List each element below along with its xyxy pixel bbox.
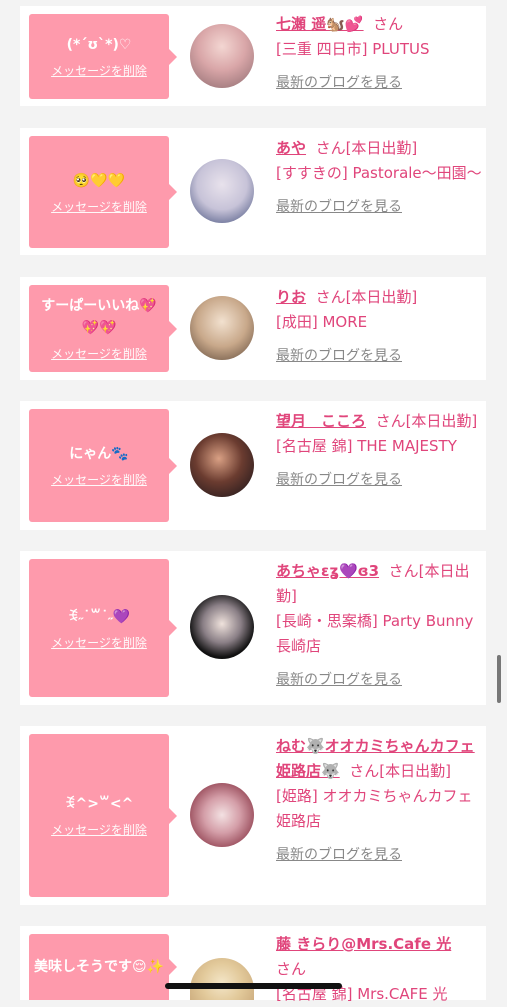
message-card: ꉂ^>꒳<^ メッセージを削除 ねむ🐺オオカミちゃんカフェ姫路店🐺 さん[本日出… [20, 726, 486, 905]
latest-blog-link[interactable]: 最新のブログを見る [276, 348, 402, 364]
message-bubble: ꉂ˶˙꒳˙˶💜 メッセージを削除 [29, 559, 177, 697]
message-bubble: 🥺💛💛 メッセージを削除 [29, 136, 177, 248]
avatar[interactable] [190, 433, 254, 497]
avatar[interactable] [190, 159, 254, 223]
girl-name-link[interactable]: 藤 きらり@Mrs.Cafe 光 [276, 935, 451, 953]
shop-name: [名古屋 錦] THE MAJESTY [276, 437, 457, 455]
message-card: 🥺💛💛 メッセージを削除 あや さん[本日出勤] [すすきの] Pastoral… [20, 128, 486, 255]
message-text: ꉂ^>꒳<^ [64, 796, 134, 812]
avatar[interactable] [190, 958, 254, 1000]
shop-name: [成田] MORE [276, 313, 368, 331]
name-suffix: さん[本日出勤] [315, 288, 418, 306]
avatar[interactable] [190, 24, 254, 88]
delete-message-link[interactable]: メッセージを削除 [51, 821, 147, 838]
message-text: ꉂ˶˙꒳˙˶💜 [67, 608, 131, 625]
profile-info: 藤 きらり@Mrs.Cafe 光 さん [名古屋 錦] Mrs.CAFE 光 [276, 932, 482, 1007]
shop-name: [すすきの] Pastorale〜田園〜 [276, 164, 482, 182]
girl-name-link[interactable]: あや [276, 139, 306, 157]
girl-name-link[interactable]: あちゃεʓ💜ɞ3 [276, 562, 379, 580]
avatar[interactable] [190, 783, 254, 847]
name-suffix: さん [373, 15, 404, 33]
message-text: 美味しそうです😌✨ [33, 959, 165, 975]
message-text: にゃん🐾 [69, 446, 129, 462]
latest-blog-link[interactable]: 最新のブログを見る [276, 847, 402, 863]
latest-blog-link[interactable]: 最新のブログを見る [276, 75, 402, 91]
profile-info: ねむ🐺オオカミちゃんカフェ姫路店🐺 さん[本日出勤] [姫路] オオカミちゃんカ… [276, 734, 482, 868]
delete-message-link[interactable]: メッセージを削除 [51, 471, 147, 488]
latest-blog-link[interactable]: 最新のブログを見る [276, 672, 402, 688]
message-text: 🥺💛💛 [72, 172, 126, 189]
name-suffix: さん[本日出勤] [315, 139, 418, 157]
message-bubble: 美味しそうです😌✨ [29, 934, 177, 1000]
shop-name: [長崎・思案橋] Party Bunny 長崎店 [276, 612, 474, 655]
home-indicator[interactable] [165, 983, 342, 989]
message-card: にゃん🐾 メッセージを削除 望月 こころ さん[本日出勤] [名古屋 錦] TH… [20, 401, 486, 530]
message-bubble: (*´ʊ`*)♡ メッセージを削除 [29, 14, 177, 99]
message-text: (*´ʊ`*)♡ [66, 37, 132, 53]
delete-message-link[interactable]: メッセージを削除 [51, 345, 147, 362]
latest-blog-link[interactable]: 最新のブログを見る [276, 472, 402, 488]
message-bubble: ꉂ^>꒳<^ メッセージを削除 [29, 734, 177, 897]
girl-name-link[interactable]: りお [276, 288, 306, 306]
shop-name: [三重 四日市] PLUTUS [276, 40, 430, 58]
message-card: ꉂ˶˙꒳˙˶💜 メッセージを削除 あちゃεʓ💜ɞ3 さん[本日出勤] [長崎・思… [20, 551, 486, 705]
profile-info: 七瀬 遥🐿️💕 さん [三重 四日市] PLUTUS 最新のブログを見る [276, 12, 482, 96]
profile-info: あや さん[本日出勤] [すすきの] Pastorale〜田園〜 最新のブログを… [276, 136, 482, 220]
message-card: (*´ʊ`*)♡ メッセージを削除 七瀬 遥🐿️💕 さん [三重 四日市] PL… [20, 6, 486, 106]
girl-name-link[interactable]: 望月 こころ [276, 412, 366, 430]
avatar[interactable] [190, 595, 254, 659]
name-suffix: さん [276, 960, 307, 978]
scrollbar[interactable] [497, 655, 501, 703]
delete-message-link[interactable]: メッセージを削除 [51, 62, 147, 79]
profile-info: りお さん[本日出勤] [成田] MORE 最新のブログを見る [276, 285, 482, 369]
message-bubble: にゃん🐾 メッセージを削除 [29, 409, 177, 522]
profile-info: 望月 こころ さん[本日出勤] [名古屋 錦] THE MAJESTY 最新のブ… [276, 409, 482, 493]
name-suffix: さん[本日出勤] [349, 762, 451, 780]
latest-blog-link[interactable]: 最新のブログを見る [276, 199, 402, 215]
girl-name-link[interactable]: 七瀬 遥🐿️💕 [276, 15, 364, 33]
shop-name: [姫路] オオカミちゃんカフェ姫路店 [276, 787, 473, 830]
profile-info: あちゃεʓ💜ɞ3 さん[本日出勤] [長崎・思案橋] Party Bunny 長… [276, 559, 482, 693]
message-bubble: すーぱーいいね💖💖💖 メッセージを削除 [29, 285, 177, 372]
delete-message-link[interactable]: メッセージを削除 [51, 634, 147, 651]
name-suffix: さん[本日出勤] [375, 412, 478, 430]
message-text: すーぱーいいね💖💖💖 [41, 298, 157, 336]
delete-message-link[interactable]: メッセージを削除 [51, 198, 147, 215]
message-card: すーぱーいいね💖💖💖 メッセージを削除 りお さん[本日出勤] [成田] MOR… [20, 277, 486, 380]
avatar[interactable] [190, 296, 254, 360]
